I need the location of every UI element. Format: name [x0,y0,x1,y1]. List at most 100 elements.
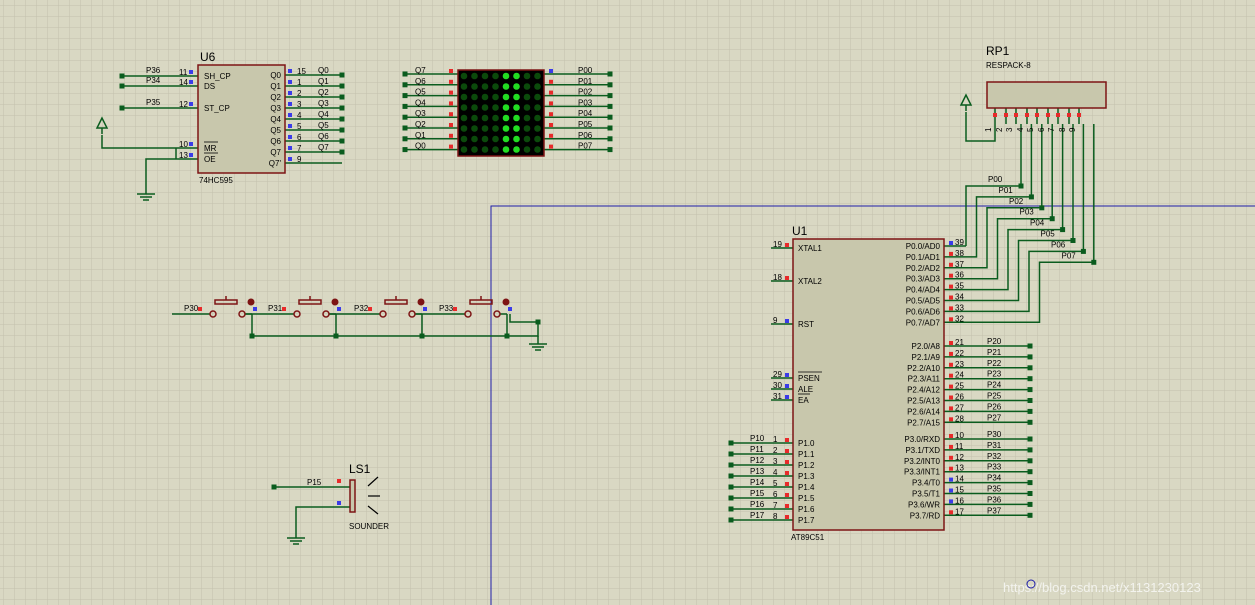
u6-out-name: Q4 [270,115,281,124]
pin-marker [949,510,953,515]
button-indicator [331,298,339,306]
wire-junction [1039,205,1045,211]
led-dot [534,146,541,153]
u6-out-net: Q7 [318,143,329,152]
wire-junction [607,93,613,99]
wire-junction [339,72,345,78]
rp1-pin-num: 1 [984,127,993,132]
matrix-left-net: Q1 [415,131,426,140]
led-dot [460,135,468,143]
u6-out-net: Q2 [318,88,329,97]
matrix-right-net: P01 [578,77,593,86]
u6-ref-label: U6 [200,50,216,64]
u1-p3-name: P3.7/RD [910,511,940,520]
u6-out-num: 4 [297,111,302,120]
pin-marker [549,112,553,117]
u6-out-net: Q5 [318,121,329,130]
matrix-left-net: Q3 [415,109,426,118]
led-dot [534,72,541,80]
pin-marker [949,351,953,356]
u1-p2-num: 25 [955,382,964,391]
pin-marker [449,79,453,84]
wire-junction [339,94,345,100]
wire-junction [339,83,345,89]
wire-junction [607,82,613,88]
u1-net-label: P14 [750,478,765,487]
led-dot [502,93,510,101]
pin-marker [949,341,953,345]
u1-p3-name: P3.6/WR [908,500,940,509]
led-dot [460,72,468,80]
led-dot [502,114,510,122]
u1-pin-name: XTAL1 [798,244,822,253]
pin-marker [549,69,553,73]
u1-p0-name: P0.2/AD2 [906,264,941,273]
u1-p2-name: P2.1/A9 [912,353,941,362]
pin-marker [189,80,193,84]
led-dot [513,135,520,143]
led-dot [513,125,520,132]
button-net-label: P32 [354,304,369,313]
pin-marker [785,482,789,486]
u1-p0-name: P0.3/AD3 [906,275,941,284]
schematic-canvas[interactable]: U674HC59511 SH_CPP3614 DSP3412 ST_CPP3510 MR… [0,0,1255,605]
ls1-part-label: SOUNDER [349,522,389,531]
u1-pin-name: P1.3 [798,472,815,481]
u1-pin-num: 7 [773,501,778,510]
u6-out-name: Q3 [270,104,281,113]
pin-marker [785,471,789,475]
u1-p2-net: P24 [987,381,1002,390]
u1-p3-net: P32 [987,452,1002,461]
p0-bus-net: P04 [1030,219,1045,228]
pin-marker [288,91,292,95]
pin-marker [449,133,453,138]
pin-marker [949,395,953,400]
u6-part-label: 74HC595 [199,176,233,185]
wire-junction [339,138,345,144]
led-dot [481,114,489,122]
wire-junction [607,114,613,120]
pin-marker [785,395,789,399]
wire-junction [1091,259,1097,265]
led-dot [481,104,489,111]
wire-junction [728,451,734,457]
wire-junction [607,136,613,142]
wire-junction [1027,447,1033,453]
u1-p3-num: 17 [955,507,964,516]
led-dot [471,114,478,122]
u1-pin-name: XTAL2 [798,277,822,286]
pin-marker [337,479,341,483]
u1-p3-name: P3.1/TXD [905,446,940,455]
led-dot [502,104,510,111]
led-dot [513,72,520,80]
u1-pin-num: 2 [773,446,778,455]
u1-p3-name: P3.3/INT1 [904,468,941,477]
u1-p0-num: 39 [955,238,964,247]
pin-marker [949,417,953,422]
led-dot [471,146,478,153]
u6-pin-name: SH_CP [204,72,231,81]
u6-pin-name: ST_CP [204,104,230,113]
u6-out-name: Q2 [270,93,281,102]
u1-p0-num: 36 [955,271,964,280]
pin-marker [1025,113,1029,117]
u1-p2-num: 22 [955,349,964,358]
u1-pin-num: 1 [773,435,778,444]
u1-p3-net: P35 [987,485,1002,494]
rp1-pin-num: 4 [1016,127,1025,132]
pin-marker [449,90,453,95]
p0-bus-net: P05 [1041,230,1056,239]
u6-out-num: 6 [297,133,302,142]
u6-net-label: P36 [146,66,161,75]
wire-junction [728,473,734,479]
led-dot [460,83,468,90]
u1-pin-name: P1.0 [798,439,815,448]
pin-marker [288,113,292,117]
u6-pin-name: DS [204,82,215,91]
pin-marker [423,307,427,311]
matrix-right-net: P00 [578,66,593,75]
led-dot [523,135,531,143]
pin-marker [785,493,789,497]
rp1-body [986,81,1107,109]
u1-net-label: P12 [750,456,765,465]
